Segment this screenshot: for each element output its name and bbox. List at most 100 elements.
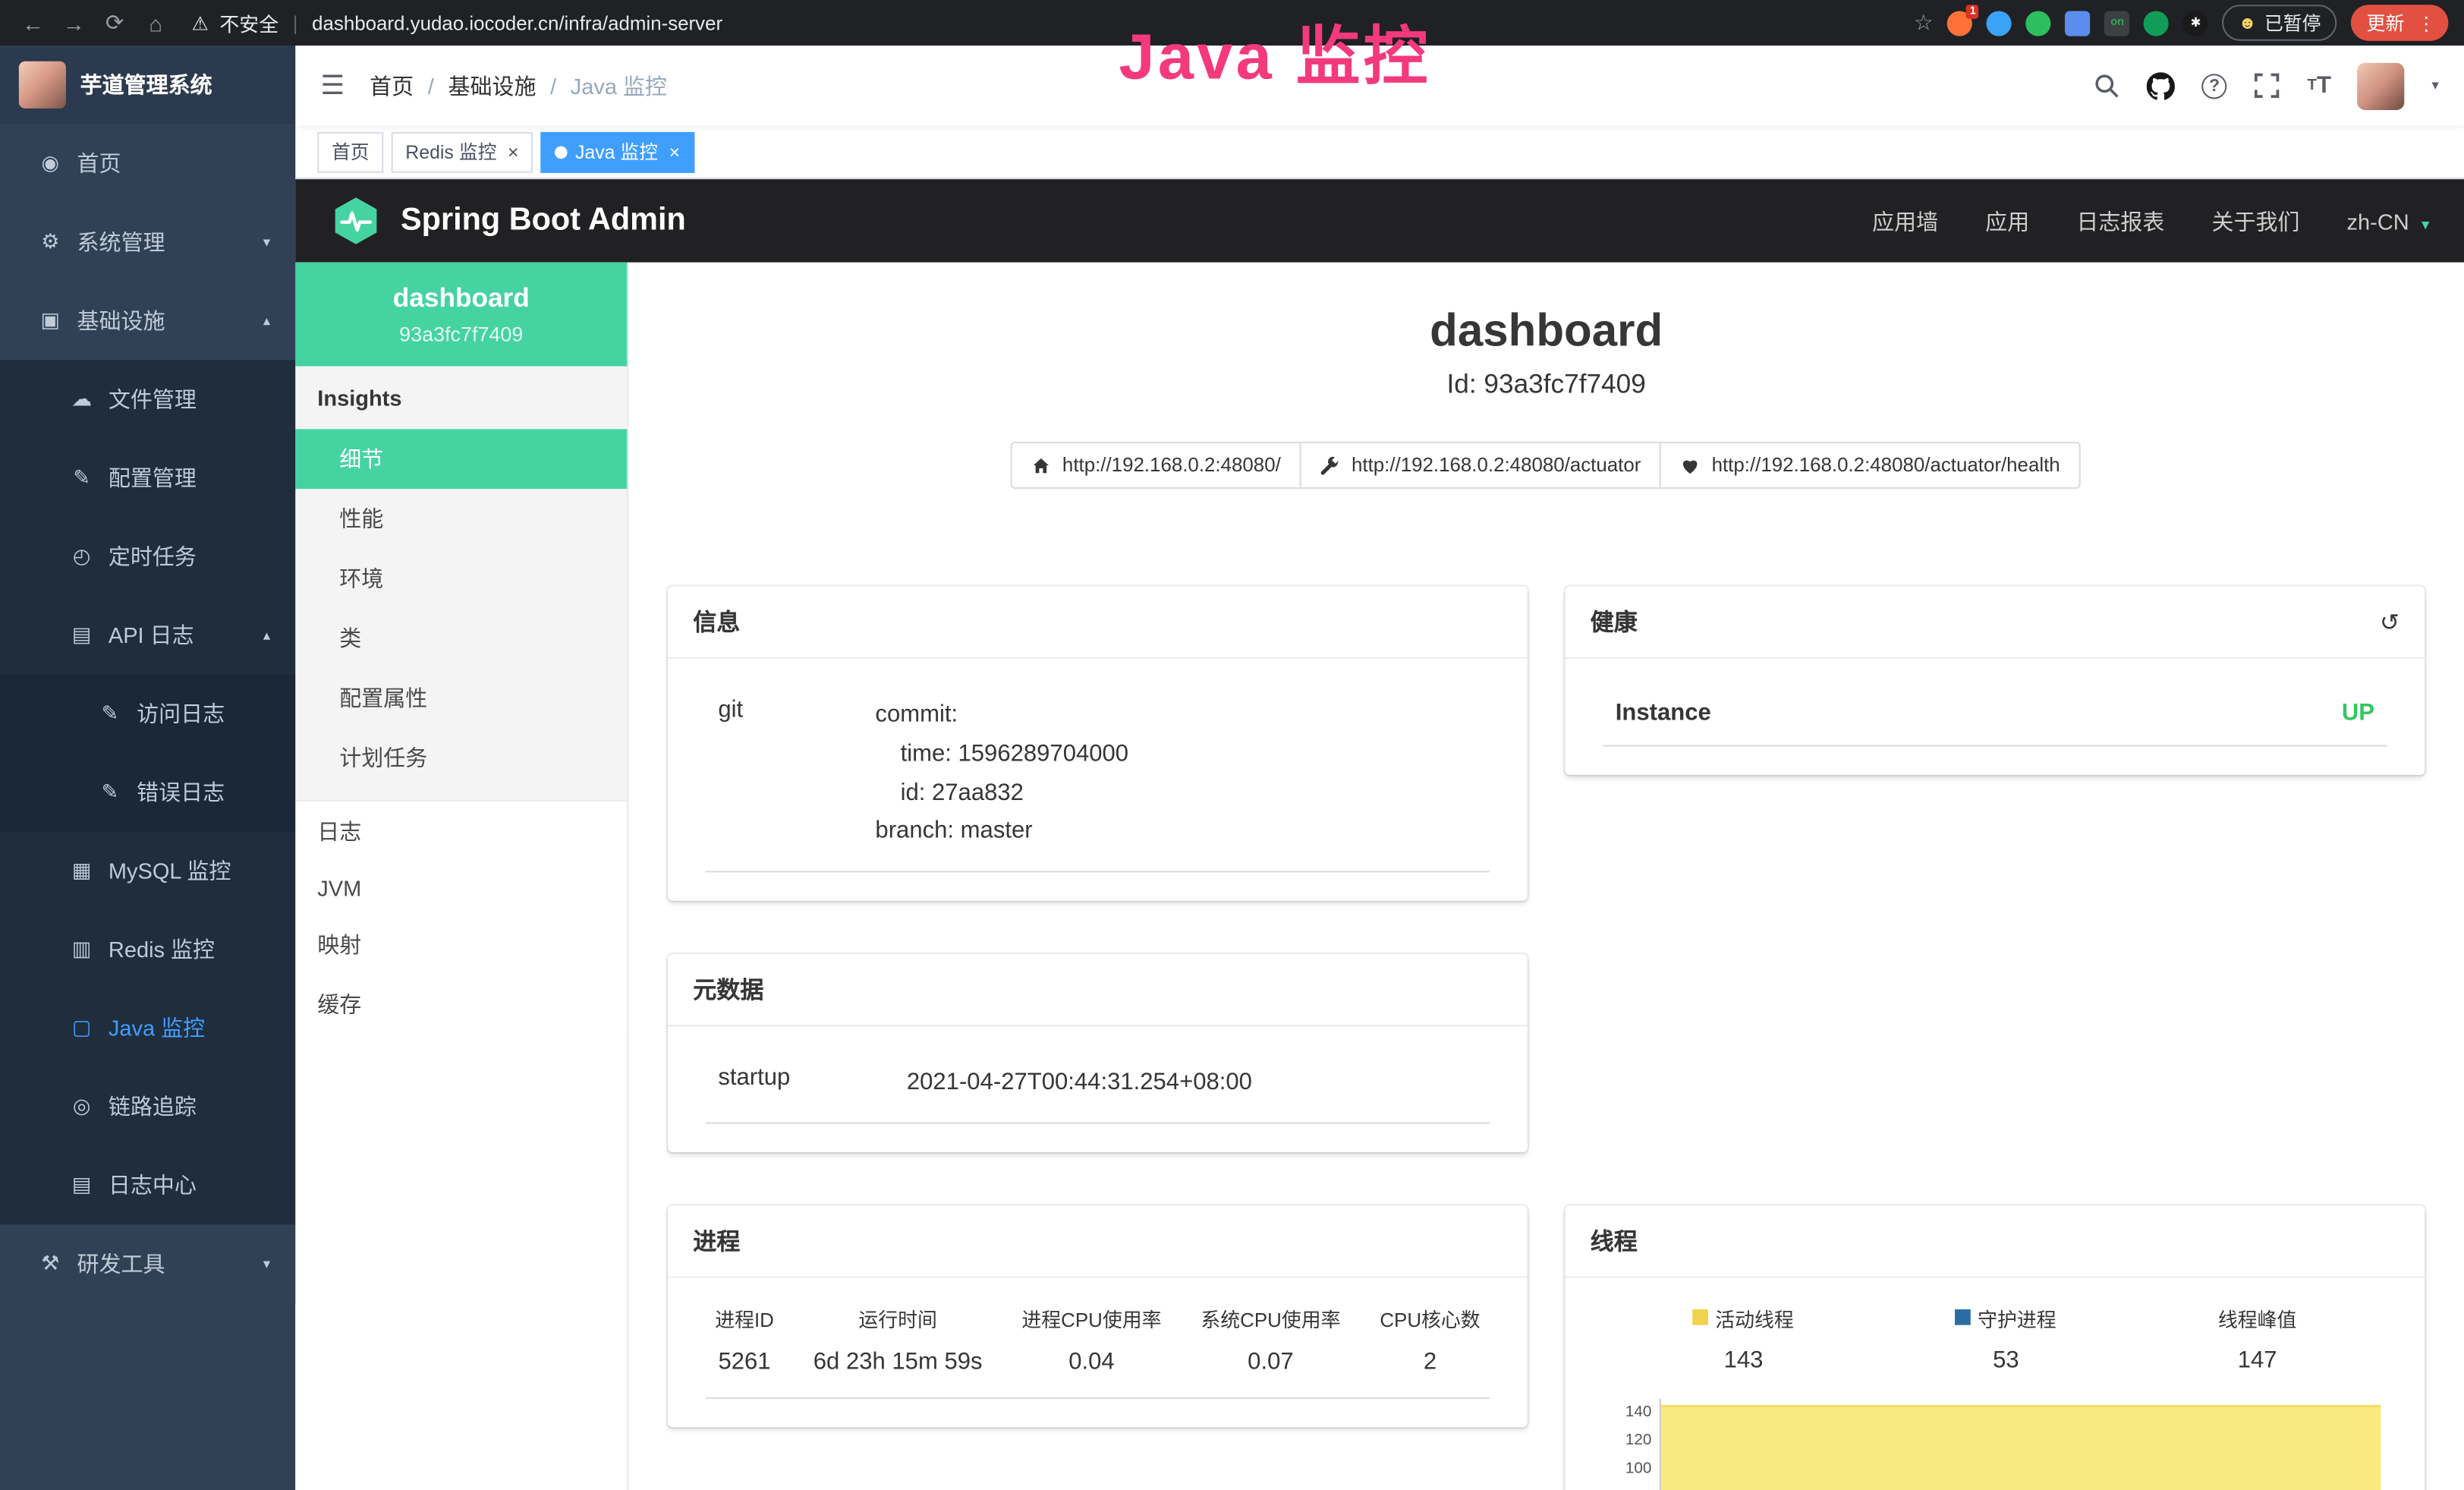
- address-bar[interactable]: ⚠ 不安全 | dashboard.yudao.iocoder.cn/infra…: [192, 8, 1908, 37]
- address-divider: |: [293, 12, 298, 34]
- user-avatar[interactable]: [2358, 62, 2405, 109]
- extension-grid-icon[interactable]: [2066, 10, 2091, 35]
- update-label: 更新: [2367, 9, 2405, 36]
- sba-instance-header[interactable]: dashboard 93a3fc7f7409: [295, 263, 627, 367]
- sba-item-scheduled-tasks[interactable]: 计划任务: [295, 728, 627, 788]
- app-logo-row[interactable]: 芋道管理系统: [0, 46, 295, 124]
- sba-item-classes[interactable]: 类: [295, 608, 627, 668]
- extension-paw-icon[interactable]: ✱: [2183, 10, 2208, 35]
- breadcrumb-current: Java 监控: [571, 70, 667, 101]
- health-url-button[interactable]: http://192.168.0.2:48080/actuator/health: [1660, 442, 2080, 489]
- threads-chart: 140 120 100: [1603, 1398, 2387, 1490]
- help-icon[interactable]: ?: [2202, 73, 2227, 98]
- sidebar-item-scheduled-tasks[interactable]: ◴ 定时任务: [0, 517, 295, 596]
- metadata-card-header: 元数据: [668, 954, 1528, 1026]
- update-button[interactable]: 更新 ⋮: [2351, 5, 2448, 41]
- sba-language-select[interactable]: zh-CN ▾: [2347, 208, 2430, 233]
- close-icon[interactable]: ×: [669, 140, 681, 162]
- sba-item-mappings[interactable]: 映射: [295, 915, 627, 975]
- threads-legend: 活动线程 143 守护进程: [1603, 1299, 2387, 1373]
- metric-label: 运行时间: [813, 1303, 983, 1332]
- process-metrics-row: 进程ID 5261 运行时间 6d 23h 15m 59s 进程CPU使用率: [706, 1299, 1490, 1398]
- sba-brand-title[interactable]: Spring Boot Admin: [401, 203, 686, 239]
- extension-leaf-icon[interactable]: [2144, 10, 2169, 35]
- sidebar-item-system-mgmt[interactable]: ⚙ 系统管理 ▾: [0, 203, 295, 282]
- sba-item-logs[interactable]: 日志: [295, 802, 627, 862]
- fullscreen-icon[interactable]: [2254, 72, 2280, 99]
- sidebar-item-home[interactable]: ◉ 首页: [0, 124, 295, 203]
- sba-item-jvm[interactable]: JVM: [295, 862, 627, 915]
- sba-main: dashboard Id: 93a3fc7f7409 http://192.16…: [628, 263, 2464, 1490]
- sba-nav-applications[interactable]: 应用: [1985, 205, 2029, 236]
- chevron-down-icon: ▾: [263, 234, 270, 251]
- metric-value: 0.07: [1201, 1348, 1340, 1375]
- y-tick: 140: [1603, 1398, 1651, 1426]
- process-metric: 进程CPU使用率 0.04: [1021, 1303, 1161, 1375]
- forward-icon[interactable]: →: [57, 10, 92, 35]
- history-icon[interactable]: ↺: [2380, 607, 2399, 635]
- sidebar-item-dev-tools[interactable]: ⚒ 研发工具 ▾: [0, 1224, 295, 1303]
- breadcrumb-home[interactable]: 首页: [370, 70, 414, 101]
- sidebar-item-log-center[interactable]: ▤ 日志中心: [0, 1146, 295, 1225]
- sidebar-item-error-logs[interactable]: ✎ 错误日志: [0, 753, 295, 832]
- health-card-title: 健康: [1591, 605, 1638, 638]
- sidebar-item-tracing[interactable]: ◎ 链路追踪: [0, 1067, 295, 1146]
- legend-yellow-swatch: [1693, 1309, 1709, 1325]
- sba-nav-journal[interactable]: 日志报表: [2076, 205, 2164, 236]
- home-icon[interactable]: ⌂: [138, 10, 173, 35]
- font-size-icon[interactable]: TT: [2307, 72, 2331, 99]
- extension-on-icon[interactable]: on: [2105, 10, 2130, 35]
- sba-item-metrics[interactable]: 性能: [295, 489, 627, 549]
- chevron-down-icon[interactable]: ▾: [2431, 77, 2438, 94]
- threads-card-body: 活动线程 143 守护进程: [1566, 1277, 2425, 1490]
- sba-logo-icon[interactable]: [330, 195, 382, 247]
- sidebar-item-access-logs[interactable]: ✎ 访问日志: [0, 674, 295, 753]
- browser-menu-icon[interactable]: ⋮: [2412, 12, 2440, 34]
- instance-id-line: Id: 93a3fc7f7409: [668, 370, 2425, 401]
- sidebar-item-file-mgmt[interactable]: ☁ 文件管理: [0, 360, 295, 439]
- git-key: git: [718, 696, 875, 852]
- threads-card-title: 线程: [1591, 1224, 1638, 1257]
- process-metric: 系统CPU使用率 0.07: [1201, 1303, 1340, 1375]
- github-icon[interactable]: [2147, 71, 2175, 99]
- tab-redis-monitor[interactable]: Redis 监控 ×: [392, 131, 533, 172]
- sba-item-config-props[interactable]: 配置属性: [295, 668, 627, 728]
- sidebar-item-mysql-monitor[interactable]: ▦ MySQL 监控: [0, 831, 295, 910]
- service-url-button[interactable]: http://192.168.0.2:48080/: [1011, 442, 1301, 489]
- reload-icon[interactable]: ⟳: [97, 9, 132, 36]
- tab-home[interactable]: 首页: [317, 131, 383, 172]
- sidebar-item-java-monitor[interactable]: ▢ Java 监控: [0, 989, 295, 1068]
- sidebar-item-redis-monitor[interactable]: ▥ Redis 监控: [0, 910, 295, 989]
- extension-fox-icon[interactable]: 1: [1948, 10, 1973, 35]
- sidebar-item-api-logs[interactable]: ▤ API 日志 ▴: [0, 596, 295, 675]
- metric-label: 系统CPU使用率: [1201, 1303, 1340, 1332]
- back-icon[interactable]: ←: [16, 10, 51, 35]
- tab-java-monitor[interactable]: Java 监控 ×: [540, 131, 694, 172]
- threads-card-header: 线程: [1566, 1205, 2425, 1277]
- info-card-body: git commit: time: 1596289704000 id: 27aa…: [668, 659, 1528, 901]
- bookmark-star-icon[interactable]: ☆: [1914, 9, 1934, 36]
- wrench-icon: [1320, 455, 1341, 475]
- process-metric: 进程ID 5261: [715, 1303, 774, 1375]
- info-card: 信息 git commit: time: 1596289704000 id: 2…: [668, 586, 1528, 900]
- sidebar-item-config-mgmt[interactable]: ✎ 配置管理: [0, 439, 295, 518]
- search-icon[interactable]: [2094, 72, 2120, 99]
- sba-nav-wall[interactable]: 应用墙: [1872, 205, 1938, 236]
- sba-item-details[interactable]: 细节: [295, 429, 627, 489]
- actuator-url-button[interactable]: http://192.168.0.2:48080/actuator: [1300, 442, 1662, 489]
- collapse-sidebar-icon[interactable]: ☰: [320, 70, 345, 101]
- paused-badge[interactable]: ☻ 已暂停: [2223, 5, 2337, 41]
- sba-sidebar: dashboard 93a3fc7f7409 Insights 细节 性能 环境…: [295, 263, 628, 1490]
- sidebar-item-label: 系统管理: [77, 226, 165, 257]
- extension-evernote-icon[interactable]: [2026, 10, 2051, 35]
- sba-item-caches[interactable]: 缓存: [295, 975, 627, 1035]
- sba-nav-about[interactable]: 关于我们: [2211, 205, 2299, 236]
- sidebar-item-infrastructure[interactable]: ▣ 基础设施 ▴: [0, 282, 295, 361]
- sba-item-environment[interactable]: 环境: [295, 549, 627, 609]
- legend-label: 活动线程: [1715, 1303, 1794, 1332]
- close-icon[interactable]: ×: [508, 140, 519, 162]
- legend-value: 143: [1693, 1347, 1794, 1373]
- breadcrumb-infrastructure[interactable]: 基础设施: [448, 70, 536, 101]
- extension-pin-icon[interactable]: [1987, 10, 2012, 35]
- heart-icon: [1680, 455, 1701, 475]
